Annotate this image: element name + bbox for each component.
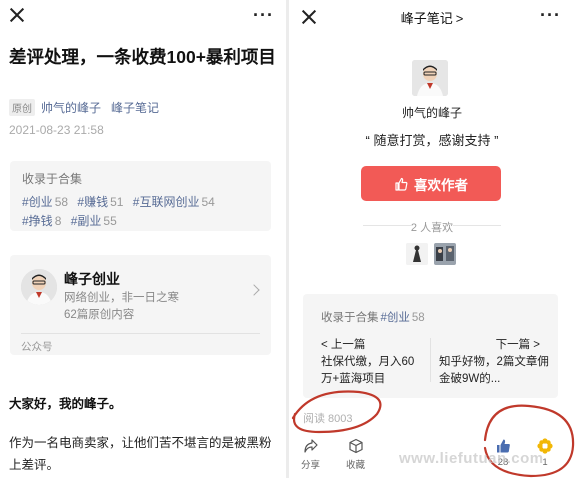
liker-avatar[interactable] [434, 243, 456, 265]
tag-count: 55 [103, 214, 117, 228]
account-card[interactable]: 峰子创业 网络创业，非一日之寒 62篇原创内容 公众号 [10, 255, 271, 355]
liker-avatars [406, 243, 456, 265]
collection-label: 收录于合集 [22, 172, 83, 186]
watermark: www.liefutuan.com [399, 450, 544, 467]
paragraph-greeting: 大家好，我的峰子。 [9, 397, 122, 411]
box-icon [348, 438, 363, 454]
right-article-screen: 峰子笔记 > ··· 帅气的峰子 “ 随意打赏，感谢支持 ” 喜欢作者 2 人喜欢 [289, 0, 575, 478]
more-icon[interactable]: ··· [253, 5, 274, 26]
collection-tags: #创业 58 #赚钱 51 #互联网创业 54 #挣钱 8 #副业 55 [22, 193, 259, 231]
scrolled-content-fragment [299, 26, 419, 32]
paragraph-intro: 作为一名电商卖家，让他们苦不堪言的是被黑粉上差评。 [9, 436, 272, 472]
collection-tag[interactable]: #创业 [381, 312, 410, 324]
share-icon [303, 439, 318, 453]
collection-tag[interactable]: #创业 [22, 195, 53, 209]
next-article-title[interactable]: 知乎好物，2篇文章佣金破9W的... [439, 354, 549, 388]
collection-header: 收录于合集 #创业 58 [321, 309, 425, 325]
account-type-label: 公众号 [21, 341, 53, 353]
reward-button-label: 喜欢作者 [414, 177, 468, 193]
liker-avatar[interactable] [406, 243, 428, 265]
original-badge: 原创 [9, 99, 35, 116]
chevron-right-icon: > [455, 11, 464, 26]
more-icon[interactable]: ··· [540, 5, 561, 26]
likes-count-text: 2 人喜欢 [410, 222, 454, 234]
favorite-button[interactable]: 收藏 [346, 438, 365, 471]
favorite-label: 收藏 [346, 460, 366, 471]
chevron-right-icon [248, 284, 260, 296]
tag-count: 51 [110, 195, 124, 209]
next-article-label[interactable]: 下一篇 > [496, 336, 540, 352]
article-meta: 原创 帅气的峰子 峰子笔记 [9, 99, 159, 116]
read-count: 阅读 8003 [303, 413, 353, 425]
article-title: 差评处理，一条收费100+暴利项目 [9, 47, 276, 67]
prev-article-title[interactable]: 社保代缴，月入60万+蓝海项目 [321, 354, 421, 388]
collection-nav-box: 收录于合集 #创业 58 < 上一篇 下一篇 > 社保代缴，月入60万+蓝海项目 知… [303, 294, 558, 398]
tag-count: 8 [54, 214, 62, 228]
prev-article-label[interactable]: < 上一篇 [321, 336, 365, 352]
collection-divider [430, 338, 431, 382]
collection-tag[interactable]: #副业 [71, 214, 102, 228]
close-icon[interactable] [8, 6, 26, 24]
account-avatar [21, 269, 57, 305]
account-name: 峰子创业 [64, 271, 120, 287]
account-desc: 网络创业，非一日之寒 [64, 292, 179, 304]
reward-slogan: “ 随意打赏，感谢支持 ” [365, 133, 499, 148]
collection-label: 收录于合集 [321, 312, 379, 324]
left-article-screen: ··· 差评处理，一条收费100+暴利项目 原创 帅气的峰子 峰子笔记 2021… [0, 0, 286, 478]
account-article-count: 62篇原创内容 [64, 309, 135, 321]
publish-date: 2021-08-23 21:58 [9, 123, 104, 137]
left-top-bar: ··· [0, 0, 286, 34]
collection-tag[interactable]: #挣钱 [22, 214, 53, 228]
author-name: 帅气的峰子 [401, 106, 462, 120]
tag-count: 58 [54, 195, 69, 209]
author-avatar [412, 60, 448, 96]
share-button[interactable]: 分享 [301, 438, 320, 471]
thumbs-up-icon [395, 177, 408, 191]
nav-account-name: 峰子笔记 [400, 11, 453, 26]
collection-box: 收录于合集 #创业 58 #赚钱 51 #互联网创业 54 #挣钱 8 #副业 55 [10, 161, 271, 231]
nav-title[interactable]: 峰子笔记 > [289, 8, 575, 27]
divider-line [453, 225, 501, 226]
card-divider [21, 333, 260, 334]
author-link[interactable]: 帅气的峰子 [41, 99, 101, 116]
share-label: 分享 [301, 460, 321, 471]
tag-count: 58 [411, 312, 425, 324]
collection-tag[interactable]: #赚钱 [77, 195, 108, 209]
tag-count: 54 [201, 195, 215, 209]
collection-tag[interactable]: #互联网创业 [133, 195, 200, 209]
reward-author-button[interactable]: 喜欢作者 [361, 166, 501, 201]
account-link[interactable]: 峰子笔记 [111, 99, 159, 116]
